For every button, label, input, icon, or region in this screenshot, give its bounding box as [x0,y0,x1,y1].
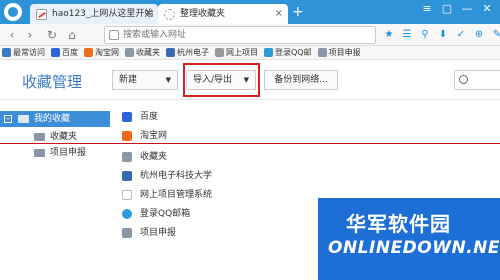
sidebar-item-label: 项目申报 [50,148,87,158]
taobao-icon [84,48,93,57]
new-tab-button[interactable]: + [292,4,304,20]
window-controls: ≡ ▢ — ✕ [420,2,494,15]
import-export-label: 导入/导出 [193,75,233,85]
baidu-icon [122,112,132,122]
chevron-down-icon: ▼ [165,76,171,84]
url-input[interactable] [123,28,363,42]
baidu-icon [51,48,60,57]
home-button[interactable]: ⌂ [64,27,80,43]
new-label: 新建 [119,75,138,85]
bookmark-online-project[interactable]: 网上项目 [215,47,258,58]
tab-label: hao123_上网从这里开始 [52,9,154,19]
tab-hao123[interactable]: hao123_上网从这里开始 × [30,4,158,24]
sidebar: − 我的收藏 收藏夹 项目申报 [0,101,110,280]
minimize-icon[interactable]: — [460,2,474,15]
page-info-icon[interactable] [109,30,119,40]
collapse-icon[interactable]: − [4,115,12,123]
nav-bar: ‹ › ↻ ⌂ ★ ☰ ⚲ ⬇ ✓ ⊕ ✎ [0,24,500,46]
watermark-cn: 华军软件园 [346,212,451,236]
manager-header: 收藏管理 新建 ▼ 导入/导出 ▼ 备份到网络... [0,60,500,100]
qq-mail-icon [264,48,273,57]
tab-organize-favorites[interactable]: 整理收藏夹 × [158,4,288,24]
tab-close-icon[interactable]: × [275,4,283,24]
bookmark-icon [2,48,11,57]
restore-icon[interactable]: ▢ [440,2,454,15]
add-icon[interactable]: ⊕ [472,27,486,43]
search-icon [459,75,468,84]
import-export-dropdown[interactable]: 导入/导出 ▼ [186,70,256,90]
list-item[interactable]: 淘宝网 [112,128,492,144]
university-icon [122,171,132,181]
folder-icon [125,48,134,57]
edit-icon[interactable]: ✎ [490,27,500,43]
toolbar-icons: ★ ☰ ⚲ ⬇ ✓ ⊕ ✎ [382,27,500,43]
menu-icon[interactable]: ≡ [420,2,434,15]
watermark-logo: 华军软件园 ONLINEDOWN.NET [318,198,500,280]
bookmark-qq-mail[interactable]: 登录QQ邮 [264,47,312,58]
folder-icon [18,115,29,123]
page-icon [215,48,224,57]
tab-close-icon[interactable]: × [145,4,153,24]
qq-mail-icon [122,209,132,219]
list-item-label: 项目申报 [140,228,177,238]
sidebar-item-my-favorites[interactable]: − 我的收藏 [0,111,110,127]
sidebar-item-label: 我的收藏 [34,114,71,124]
watermark-en: ONLINEDOWN.NET [328,238,500,258]
back-button[interactable]: ‹ [4,27,20,43]
list-item-label: 百度 [140,112,159,122]
search-input[interactable] [471,73,499,87]
folder-icon [34,133,45,141]
sidebar-item-project-apply[interactable]: 项目申报 [0,145,110,161]
search-tool-icon[interactable]: ⚲ [418,27,432,43]
list-item-label: 登录QQ邮箱 [140,209,191,219]
backup-to-network-button[interactable]: 备份到网络... [264,70,338,90]
bookmark-most-visited[interactable]: 最常访问 [2,47,45,58]
close-window-icon[interactable]: ✕ [480,2,494,15]
list-item-label: 收藏夹 [140,152,168,162]
bookmark-taobao[interactable]: 淘宝网 [84,47,119,58]
folder-icon [122,152,132,162]
bookmark-baidu[interactable]: 百度 [51,47,78,58]
list-icon[interactable]: ☰ [400,27,414,43]
loading-icon [164,9,175,20]
taobao-icon [122,131,132,141]
bookmark-favorites-folder[interactable]: 收藏夹 [125,47,160,58]
bookmarks-bar: 最常访问 百度 淘宝网 收藏夹 杭州电子 网上项目 登录QQ邮 项目申报 [0,46,500,60]
page-title: 收藏管理 [22,73,83,91]
download-icon[interactable]: ⬇ [436,27,450,43]
bookmark-project-apply[interactable]: 项目申报 [317,47,361,58]
browser-logo-icon[interactable] [4,3,22,21]
search-box[interactable] [454,70,500,90]
new-dropdown[interactable]: 新建 ▼ [112,70,178,90]
forward-button[interactable]: › [22,27,38,43]
red-divider-line [0,143,500,144]
check-icon[interactable]: ✓ [454,27,468,43]
list-item-label: 淘宝网 [140,131,168,141]
list-item[interactable]: 百度 [112,109,492,125]
list-item[interactable]: 杭州电子科技大学 [112,168,492,184]
page-icon [122,190,132,200]
hao123-favicon-icon [36,9,47,20]
university-icon [166,48,175,57]
favorite-star-icon[interactable]: ★ [382,27,396,43]
tab-label: 整理收藏夹 [180,9,226,19]
folder-icon [122,228,132,238]
address-bar[interactable] [104,26,376,44]
folder-icon [34,149,45,157]
chevron-down-icon: ▼ [243,76,249,84]
folder-icon [317,48,327,57]
list-item-label: 杭州电子科技大学 [140,171,213,181]
bookmark-hangzhou[interactable]: 杭州电子 [166,47,209,58]
list-item[interactable]: 收藏夹 [112,149,492,165]
title-bar: hao123_上网从这里开始 × 整理收藏夹 × + ≡ ▢ — ✕ [0,0,500,24]
list-item-label: 网上项目管理系统 [140,190,213,200]
refresh-button[interactable]: ↻ [44,27,60,43]
